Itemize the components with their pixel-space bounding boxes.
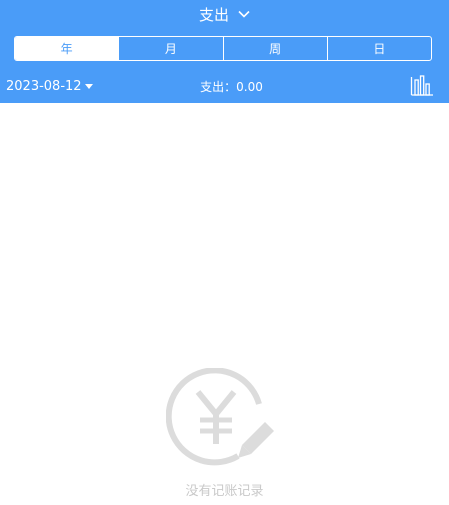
- period-tabs: 年 月 周 日: [14, 36, 432, 61]
- bar-chart-icon[interactable]: [410, 74, 434, 96]
- tab-year[interactable]: 年: [15, 37, 119, 60]
- expense-total: 支出：0.00: [200, 79, 263, 94]
- chevron-down-icon: [238, 10, 250, 18]
- tab-day[interactable]: 日: [326, 37, 431, 60]
- tab-week[interactable]: 周: [222, 37, 327, 60]
- page-title: 支出: [198, 5, 229, 24]
- expense-summary: 支出：0.00: [0, 77, 449, 95]
- type-selector[interactable]: 支出: [0, 3, 449, 25]
- yen-pencil-icon: [166, 368, 274, 466]
- header-bar: 支出 年 月 周 日 2023-08-12 支出：0.00: [0, 0, 449, 103]
- empty-message: 没有记账记录: [185, 484, 264, 499]
- tab-month[interactable]: 月: [118, 37, 222, 60]
